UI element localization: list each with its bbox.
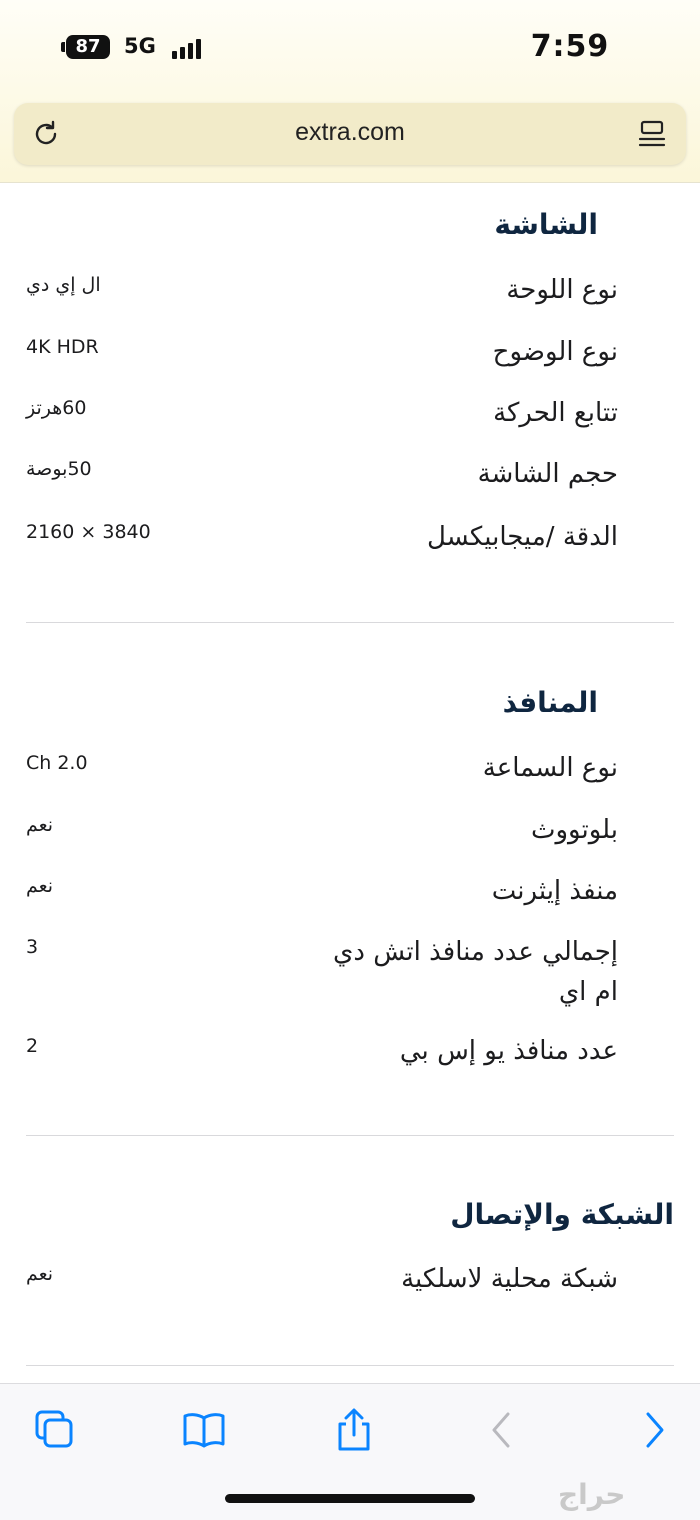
share-icon[interactable] — [332, 1408, 376, 1452]
back-icon[interactable] — [480, 1408, 524, 1452]
spec-label: نوع الوضوح — [492, 337, 618, 367]
section-screen: الشاشة نوع اللوحة ال إي دي نوع الوضوح 4K… — [26, 182, 674, 622]
spec-label: الدقة /ميجابيكسل — [427, 522, 618, 552]
spec-label: حجم الشاشة — [477, 459, 618, 489]
spec-value: 3 — [26, 936, 39, 958]
spec-value: ال إي دي — [26, 274, 101, 296]
clock: 7:59 — [530, 29, 610, 64]
section-ports: المنافذ نوع السماعة Ch 2.0 بلوتووث نعم م… — [26, 622, 674, 1135]
home-indicator[interactable] — [225, 1494, 475, 1503]
section-title: الشبكة والإتصال — [450, 1198, 674, 1231]
tabs-icon[interactable] — [33, 1408, 77, 1452]
spec-label: بلوتووث — [531, 815, 618, 845]
spec-label: تتابع الحركة — [493, 398, 618, 428]
spec-value: نعم — [26, 875, 54, 897]
forward-icon[interactable] — [632, 1408, 676, 1452]
spec-value: نعم — [26, 814, 54, 836]
bookmarks-icon[interactable] — [182, 1408, 226, 1452]
browser-chrome: 87 5G 7:59 extra.com — [0, 0, 700, 183]
spec-label: منفذ إيثرنت — [491, 876, 618, 906]
spec-value: 2160 × 3840 — [26, 521, 151, 543]
spec-value: 50بوصة — [26, 458, 92, 480]
spec-label: عدد منافذ يو إس بي — [399, 1036, 618, 1066]
address-bar[interactable]: extra.com — [14, 103, 686, 165]
url-text[interactable]: extra.com — [14, 118, 686, 147]
spec-label: إجمالي عدد منافذ اتش دي ام اي — [333, 937, 618, 1007]
spec-value: Ch 2.0 — [26, 752, 88, 774]
signal-icon — [172, 37, 208, 59]
reader-mode-icon[interactable] — [638, 120, 666, 150]
section-divider — [26, 1365, 674, 1366]
spec-value: 4K HDR — [26, 336, 99, 358]
spec-value: نعم — [26, 1263, 54, 1285]
section-title: الشاشة — [494, 208, 598, 241]
section-network: الشبكة والإتصال شبكة محلية لاسلكية نعم — [26, 1135, 674, 1365]
spec-label: شبكة محلية لاسلكية — [401, 1264, 618, 1294]
spec-content: الشاشة نوع اللوحة ال إي دي نوع الوضوح 4K… — [0, 182, 700, 1382]
spec-value: 2 — [26, 1035, 39, 1057]
section-title: المنافذ — [502, 686, 598, 719]
battery-indicator: 87 — [61, 35, 110, 59]
network-type: 5G — [124, 34, 156, 58]
spec-label: نوع اللوحة — [506, 275, 618, 305]
watermark-logo: حراج — [558, 1478, 626, 1511]
spec-value: 60هرتز — [26, 397, 87, 419]
spec-label: نوع السماعة — [482, 753, 618, 783]
